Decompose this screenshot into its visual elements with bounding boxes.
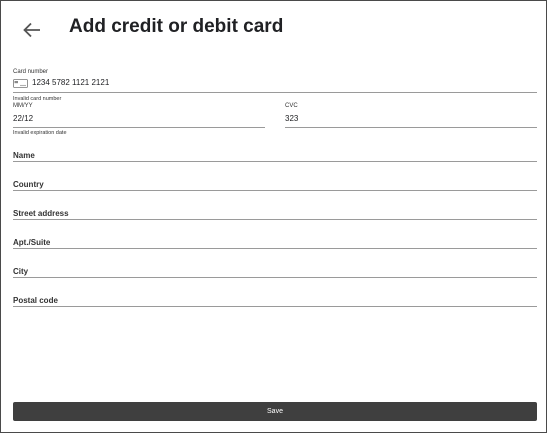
city-underline <box>13 277 537 278</box>
cvc-underline <box>285 127 537 128</box>
add-card-screen: Add credit or debit card Card number 123… <box>0 0 547 433</box>
street-address-underline <box>13 219 537 220</box>
postal-code-label: Postal code <box>13 296 58 305</box>
cvc-label: CVC <box>285 103 298 109</box>
back-button[interactable] <box>19 17 45 43</box>
expiry-field[interactable]: MM/YY 22/12 <box>13 103 265 128</box>
arrow-left-icon <box>23 22 40 38</box>
card-number-error: Invalid card number <box>13 96 62 102</box>
expiry-error: Invalid expiration date <box>13 130 67 136</box>
expiry-label: MM/YY <box>13 103 33 109</box>
street-address-field[interactable]: Street address <box>13 203 537 220</box>
apt-suite-underline <box>13 248 537 249</box>
country-label: Country <box>13 180 44 189</box>
card-number-label: Card number <box>13 69 49 75</box>
apt-suite-label: Apt./Suite <box>13 238 51 247</box>
card-number-field[interactable]: Card number 1234 5782 1121 2121 <box>13 69 537 93</box>
country-field[interactable]: Country <box>13 174 537 191</box>
name-underline <box>13 161 537 162</box>
street-address-label: Street address <box>13 209 69 218</box>
postal-code-underline <box>13 306 537 307</box>
expiry-value: 22/12 <box>13 114 34 123</box>
postal-code-field[interactable]: Postal code <box>13 290 537 307</box>
apt-suite-field[interactable]: Apt./Suite <box>13 232 537 249</box>
country-underline <box>13 190 537 191</box>
name-field[interactable]: Name <box>13 145 537 162</box>
card-number-underline <box>13 92 537 93</box>
save-button[interactable]: Save <box>13 402 537 421</box>
name-label: Name <box>13 151 35 160</box>
card-number-value: 1234 5782 1121 2121 <box>32 78 110 87</box>
page-title: Add credit or debit card <box>69 16 284 37</box>
expiry-underline <box>13 127 265 128</box>
city-label: City <box>13 267 29 276</box>
city-field[interactable]: City <box>13 261 537 278</box>
cvc-field[interactable]: CVC 323 <box>285 103 537 128</box>
credit-card-icon <box>13 78 28 88</box>
cvc-value: 323 <box>285 114 299 123</box>
